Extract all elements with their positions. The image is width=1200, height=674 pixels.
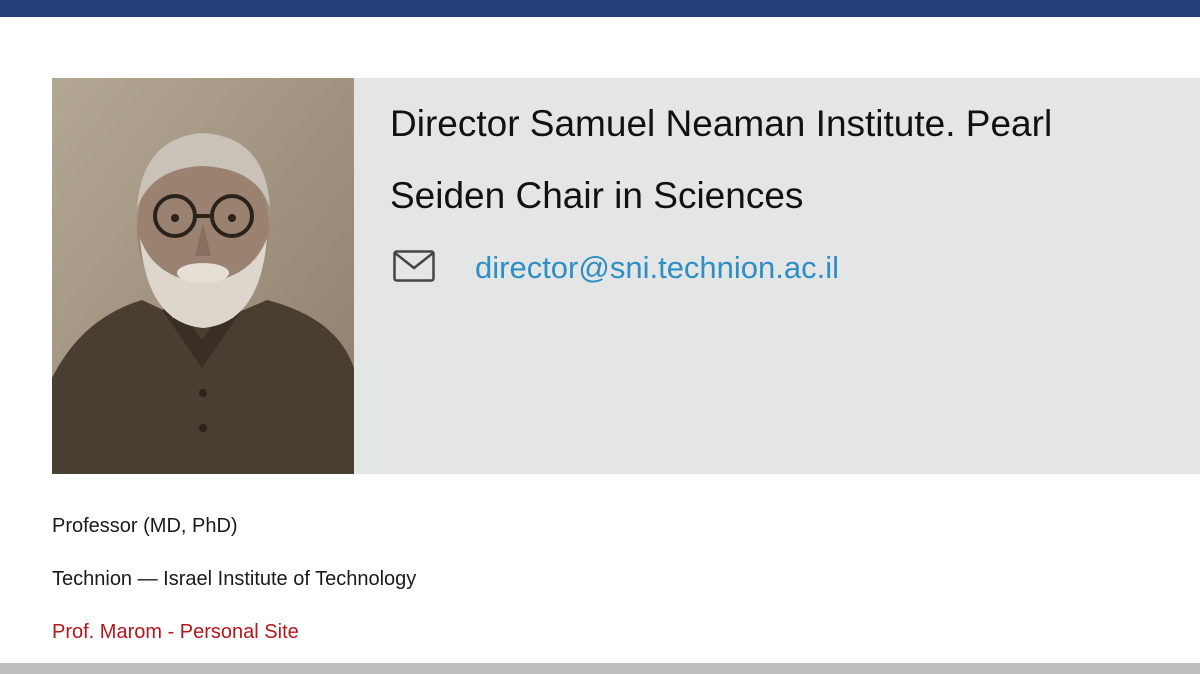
title-line-1: Director Samuel Neaman Institute. Pearl (390, 103, 1053, 144)
personal-site-link[interactable]: Prof. Marom - Personal Site (52, 619, 299, 645)
bottom-scroll-bar (0, 663, 1200, 674)
institution-text: Technion — Israel Institute of Technolog… (52, 568, 417, 590)
degree-text: Professor (MD, PhD) (52, 515, 238, 537)
profile-card: Director Samuel Neaman Institute. Pearl … (52, 78, 1200, 474)
profile-photo (52, 78, 354, 474)
envelope-icon (393, 250, 435, 282)
email-link[interactable]: director@sni.technion.ac.il (475, 248, 839, 288)
top-header-bar (0, 0, 1200, 17)
page-title: Director Samuel Neaman Institute. Pearl … (390, 88, 1190, 232)
portrait-image (52, 78, 354, 474)
title-line-2: Seiden Chair in Sciences (390, 175, 804, 216)
